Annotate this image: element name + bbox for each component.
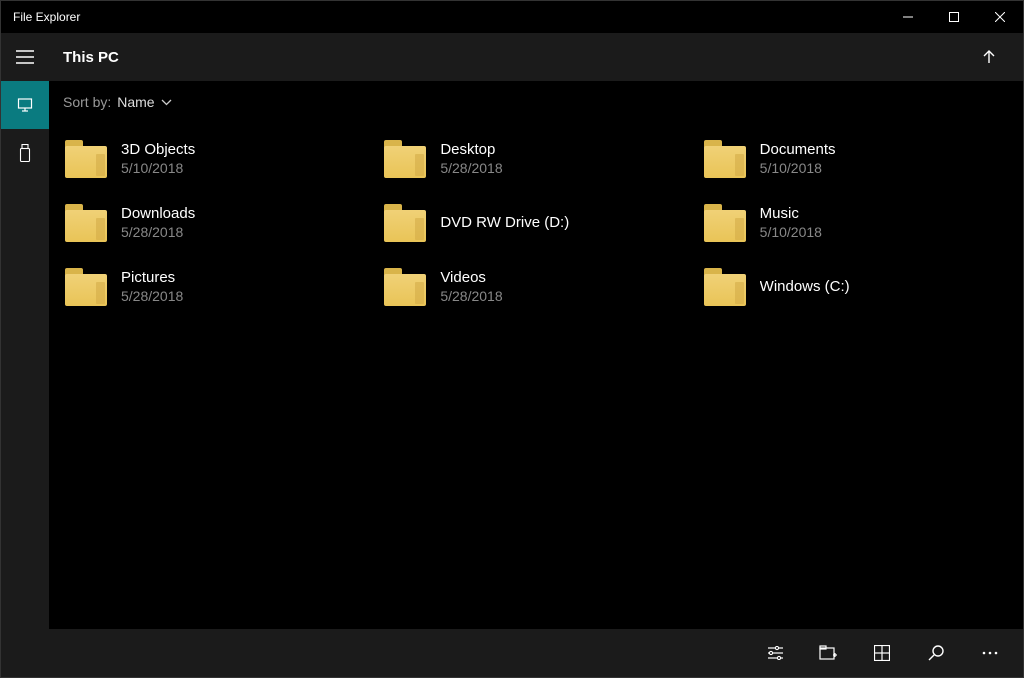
item-date: 5/28/2018 [440, 160, 502, 178]
filter-button[interactable] [747, 629, 801, 677]
view-button[interactable] [855, 629, 909, 677]
item-name: Downloads [121, 205, 195, 224]
folder-icon [384, 204, 426, 242]
location-title: This PC [63, 49, 969, 66]
folder-item[interactable]: Music 5/10/2018 [704, 191, 1023, 255]
folder-icon [704, 204, 746, 242]
item-text: Documents 5/10/2018 [760, 141, 836, 177]
folder-item[interactable]: 3D Objects 5/10/2018 [65, 127, 384, 191]
item-name: Windows (C:) [760, 278, 850, 297]
arrow-up-icon [981, 49, 997, 65]
item-text: Desktop 5/28/2018 [440, 141, 502, 177]
item-date: 5/10/2018 [760, 224, 822, 242]
bottom-toolbar [49, 629, 1023, 677]
minimize-button[interactable] [885, 1, 931, 33]
item-name: Desktop [440, 141, 502, 160]
item-text: Pictures 5/28/2018 [121, 269, 183, 305]
monitor-icon [17, 97, 33, 113]
more-button[interactable] [963, 629, 1017, 677]
item-date: 5/10/2018 [760, 160, 836, 178]
new-folder-button[interactable] [801, 629, 855, 677]
grid-view-icon [874, 645, 890, 661]
folder-icon [65, 140, 107, 178]
item-text: Music 5/10/2018 [760, 205, 822, 241]
search-icon [927, 644, 945, 662]
main-panel: This PC Sort by: Name [49, 33, 1023, 677]
folder-item[interactable]: Pictures 5/28/2018 [65, 255, 384, 319]
item-name: DVD RW Drive (D:) [440, 214, 569, 233]
titlebar: File Explorer [1, 1, 1023, 33]
item-text: DVD RW Drive (D:) [440, 214, 569, 233]
folder-item[interactable]: DVD RW Drive (D:) [384, 191, 703, 255]
folder-icon [384, 268, 426, 306]
item-name: 3D Objects [121, 141, 195, 160]
sidebar-item-devices[interactable] [1, 129, 49, 177]
folder-item[interactable]: Documents 5/10/2018 [704, 127, 1023, 191]
folder-item[interactable]: Windows (C:) [704, 255, 1023, 319]
item-name: Pictures [121, 269, 183, 288]
item-text: Videos 5/28/2018 [440, 269, 502, 305]
item-date: 5/28/2018 [121, 288, 183, 306]
item-name: Documents [760, 141, 836, 160]
hamburger-menu-button[interactable] [16, 50, 34, 64]
usb-drive-icon [19, 144, 31, 162]
maximize-button[interactable] [931, 1, 977, 33]
sidebar-item-this-pc[interactable] [1, 81, 49, 129]
sort-value: Name [117, 94, 171, 110]
item-text: Downloads 5/28/2018 [121, 205, 195, 241]
ellipsis-icon [981, 650, 999, 656]
filter-icon [765, 646, 783, 660]
items-grid: 3D Objects 5/10/2018 Desktop 5/28/2018 D… [49, 123, 1023, 629]
folder-item[interactable]: Videos 5/28/2018 [384, 255, 703, 319]
item-text: 3D Objects 5/10/2018 [121, 141, 195, 177]
location-header: This PC [49, 33, 1023, 81]
search-button[interactable] [909, 629, 963, 677]
add-folder-icon [819, 645, 837, 661]
folder-icon [704, 268, 746, 306]
item-name: Videos [440, 269, 502, 288]
item-date: 5/28/2018 [440, 288, 502, 306]
folder-icon [65, 268, 107, 306]
sort-row[interactable]: Sort by: Name [49, 81, 1023, 123]
folder-icon [704, 140, 746, 178]
folder-item[interactable]: Desktop 5/28/2018 [384, 127, 703, 191]
sidebar [1, 33, 49, 677]
chevron-down-icon [161, 99, 172, 106]
item-date: 5/28/2018 [121, 224, 195, 242]
close-button[interactable] [977, 1, 1023, 33]
item-name: Music [760, 205, 822, 224]
item-text: Windows (C:) [760, 278, 850, 297]
up-button[interactable] [969, 37, 1009, 77]
sort-label: Sort by: [63, 94, 111, 110]
folder-icon [65, 204, 107, 242]
window-title: File Explorer [13, 10, 80, 24]
item-date: 5/10/2018 [121, 160, 195, 178]
folder-icon [384, 140, 426, 178]
folder-item[interactable]: Downloads 5/28/2018 [65, 191, 384, 255]
